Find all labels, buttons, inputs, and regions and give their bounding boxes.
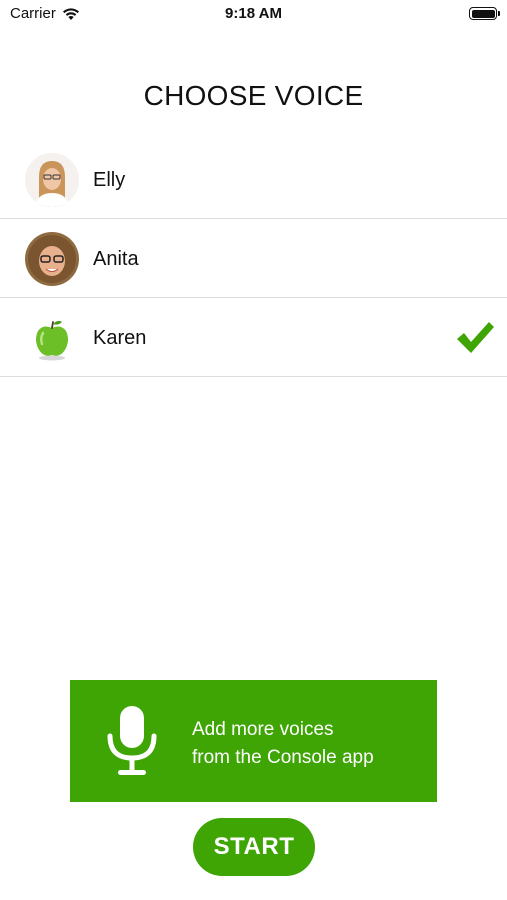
banner-text: Add more voices from the Console app <box>192 716 374 772</box>
page-title: CHOOSE VOICE <box>143 80 364 111</box>
choose-voice-screen: Carrier 9:18 AM CHOOSE VOICE Elly Anita … <box>0 0 507 900</box>
voice-name: Elly <box>93 169 126 191</box>
voice-name: Anita <box>93 248 139 270</box>
voice-row-elly[interactable]: Elly <box>0 140 507 219</box>
microphone-icon <box>107 706 157 775</box>
avatar-anita <box>25 232 79 286</box>
voice-list: Elly Anita Karen <box>0 140 507 377</box>
start-button[interactable]: START <box>193 818 315 876</box>
banner-line-2: from the Console app <box>192 747 374 768</box>
battery-icon <box>469 7 500 20</box>
status-bar: Carrier 9:18 AM <box>0 0 507 28</box>
green-apple-icon <box>25 311 79 365</box>
voice-name: Karen <box>93 327 147 349</box>
avatar-elly <box>25 153 79 207</box>
banner-line-1: Add more voices <box>192 719 334 740</box>
status-time: 9:18 AM <box>225 5 282 22</box>
voice-row-anita[interactable]: Anita <box>0 219 507 298</box>
checkmark-icon <box>457 322 494 353</box>
add-voices-banner[interactable]: Add more voices from the Console app <box>70 680 437 802</box>
voice-row-karen[interactable]: Karen <box>0 298 507 377</box>
